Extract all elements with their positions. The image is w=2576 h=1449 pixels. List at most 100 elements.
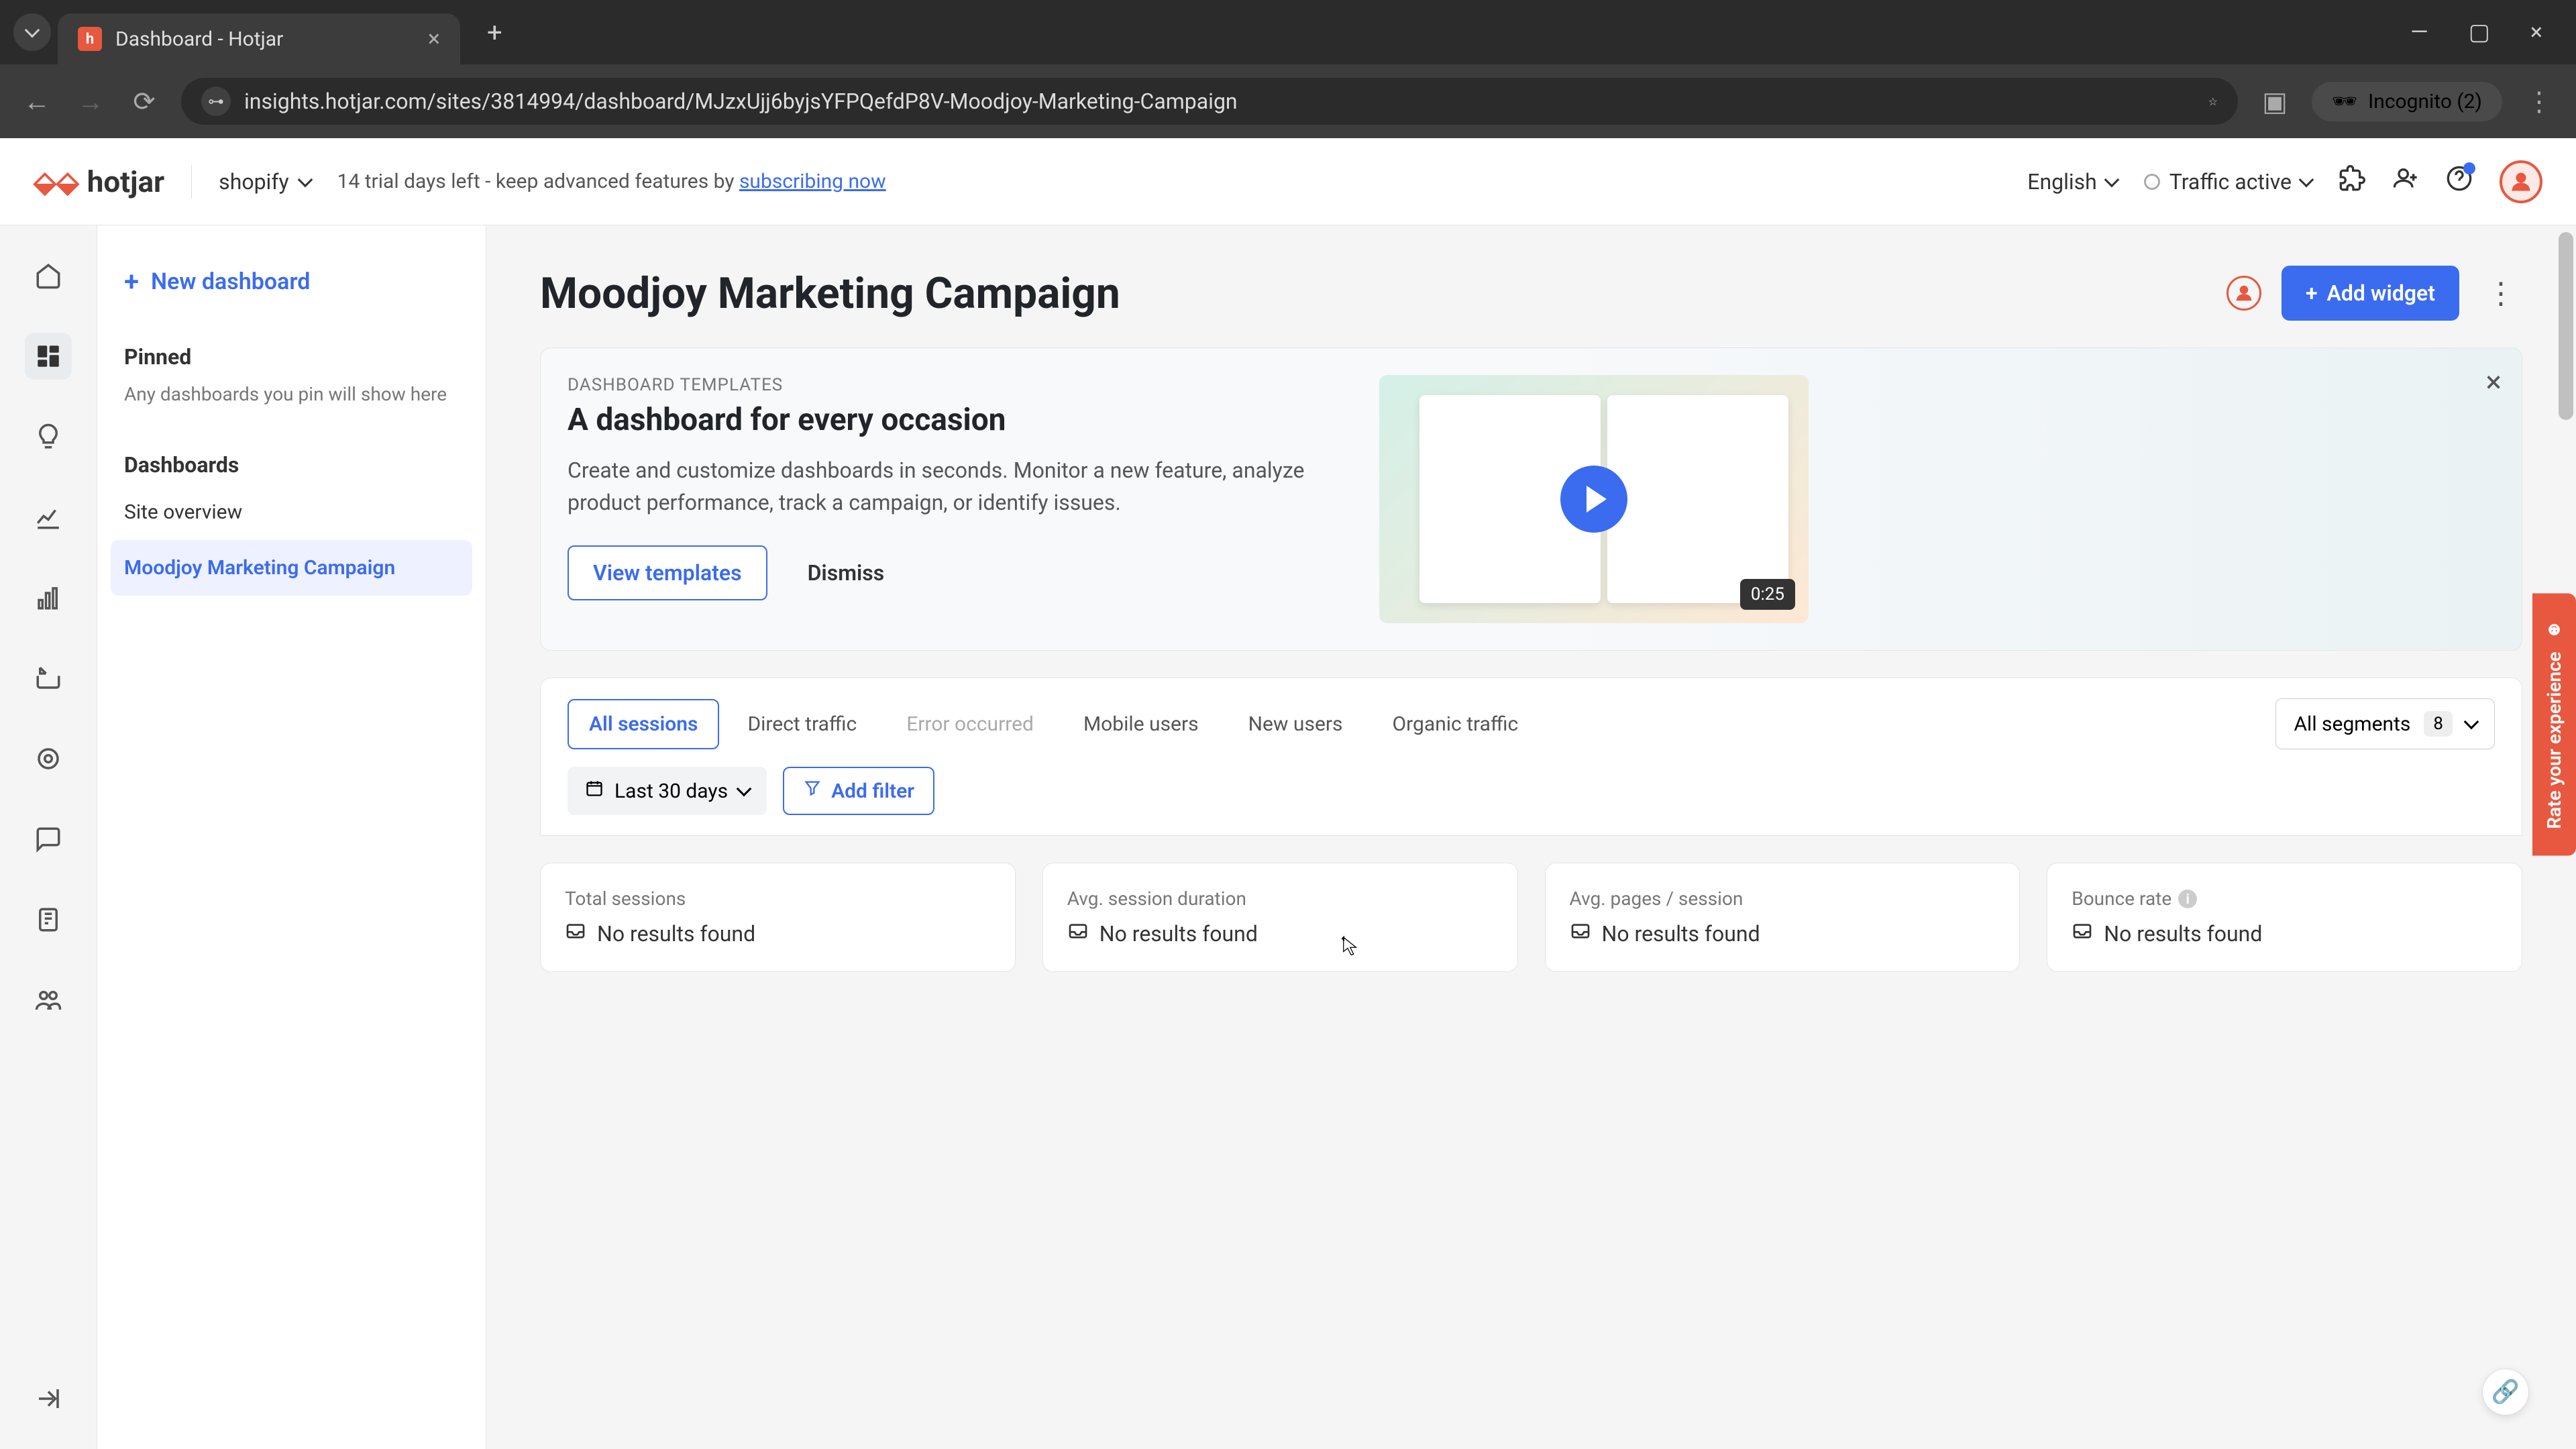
address-bar[interactable]: ⊶ insights.hotjar.com/sites/3814994/dash… — [181, 78, 2238, 125]
app-header: ⬙⬙ hotjar shopify 14 trial days left - k… — [0, 138, 2576, 225]
feedback-tab[interactable]: Rate your experience ☻ — [2532, 593, 2576, 855]
share-avatar-icon[interactable] — [2226, 276, 2261, 311]
chevron-down-icon — [737, 782, 752, 797]
traffic-status[interactable]: Traffic active — [2144, 169, 2312, 195]
incognito-badge[interactable]: 🕶 Incognito (2) — [2312, 82, 2502, 121]
new-tab-button[interactable]: + — [487, 17, 502, 48]
filter-icon — [803, 779, 822, 803]
chevron-down-icon — [2464, 714, 2479, 730]
browser-tab[interactable]: h Dashboard - Hotjar × — [58, 13, 460, 64]
new-dashboard-button[interactable]: + New dashboard — [97, 252, 486, 311]
promo-banner: DASHBOARD TEMPLATES A dashboard for ever… — [540, 347, 2522, 651]
site-selector[interactable]: shopify — [219, 169, 310, 195]
tab-close-button[interactable]: × — [428, 25, 440, 52]
browser-toolbar: ← → ⟳ ⊶ insights.hotjar.com/sites/381499… — [0, 64, 2576, 138]
nav-rail — [0, 225, 97, 1449]
hotjar-logo[interactable]: ⬙⬙ hotjar — [34, 164, 164, 199]
filter-bar: All sessions Direct traffic Error occurr… — [540, 678, 2522, 836]
promo-title: A dashboard for every occasion — [568, 402, 1339, 438]
pinned-heading: Pinned — [97, 324, 486, 376]
sidebar-item-site-overview[interactable]: Site overview — [97, 484, 486, 540]
site-info-icon[interactable]: ⊶ — [201, 87, 231, 116]
copy-link-button[interactable]: 🔗 — [2482, 1368, 2529, 1415]
date-range-picker[interactable]: Last 30 days — [568, 767, 767, 815]
invite-user-icon[interactable] — [2392, 165, 2419, 199]
language-selector[interactable]: English — [2027, 169, 2117, 195]
url-text: insights.hotjar.com/sites/3814994/dashbo… — [244, 89, 2195, 114]
scrollbar-thumb[interactable] — [2559, 232, 2573, 420]
nav-highlights-icon[interactable] — [25, 413, 72, 460]
dashboards-heading: Dashboards — [97, 432, 486, 484]
page-menu-button[interactable]: ⋮ — [2479, 276, 2522, 311]
smiley-icon: ☻ — [2543, 620, 2565, 641]
inbox-icon — [1067, 920, 1089, 947]
info-icon[interactable]: i — [2178, 890, 2197, 908]
nav-funnels-icon[interactable] — [25, 574, 72, 621]
nav-feedback-icon[interactable] — [25, 816, 72, 863]
back-button[interactable]: ← — [20, 86, 54, 117]
all-segments-dropdown[interactable]: All segments 8 — [2275, 698, 2495, 749]
segment-direct-traffic[interactable]: Direct traffic — [726, 699, 878, 749]
segment-new-users[interactable]: New users — [1227, 699, 1364, 749]
browser-tab-bar: h Dashboard - Hotjar × + — ▢ × — [0, 0, 2576, 64]
user-avatar[interactable] — [2500, 160, 2542, 203]
inbox-icon — [565, 920, 586, 947]
help-icon[interactable] — [2446, 165, 2473, 199]
nav-recordings-icon[interactable] — [25, 655, 72, 702]
metric-avg-pages: Avg. pages / session No results found — [1545, 863, 2021, 972]
integrations-icon[interactable] — [2339, 165, 2365, 199]
promo-video[interactable]: 0:25 — [1379, 375, 1809, 623]
nav-trends-icon[interactable] — [25, 494, 72, 541]
trial-notice: 14 trial days left - keep advanced featu… — [337, 170, 886, 193]
reload-button[interactable]: ⟳ — [127, 86, 161, 117]
segment-error-occurred[interactable]: Error occurred — [885, 699, 1055, 749]
add-widget-button[interactable]: + Add widget — [2282, 266, 2459, 321]
chevron-down-icon — [2299, 172, 2314, 187]
chevron-down-icon — [297, 172, 313, 187]
close-window-button[interactable]: × — [2530, 19, 2542, 46]
flame-icon: ⬙⬙ — [34, 164, 79, 199]
forward-button[interactable]: → — [74, 86, 107, 117]
tab-search-button[interactable] — [13, 13, 51, 51]
tab-favicon-icon: h — [78, 27, 102, 51]
sidebar: + New dashboard Pinned Any dashboards yo… — [97, 225, 486, 1449]
chevron-down-icon — [2104, 172, 2119, 187]
subscribe-link[interactable]: subscribing now — [739, 170, 886, 193]
inbox-icon — [1570, 920, 1591, 947]
main-content: Moodjoy Marketing Campaign + Add widget … — [486, 225, 2576, 1449]
promo-eyebrow: DASHBOARD TEMPLATES — [568, 375, 1339, 395]
view-templates-button[interactable]: View templates — [568, 545, 767, 600]
traffic-dot-icon — [2144, 174, 2160, 190]
sidebar-item-moodjoy[interactable]: Moodjoy Marketing Campaign — [111, 540, 472, 596]
segment-all-sessions[interactable]: All sessions — [568, 699, 719, 749]
inbox-icon — [2072, 920, 2093, 947]
segment-mobile-users[interactable]: Mobile users — [1062, 699, 1220, 749]
promo-close-button[interactable]: × — [2486, 364, 2502, 399]
reader-mode-icon[interactable]: ▣ — [2258, 86, 2292, 117]
segment-organic-traffic[interactable]: Organic traffic — [1371, 699, 1540, 749]
browser-menu-button[interactable]: ⋮ — [2522, 86, 2556, 117]
page-title: Moodjoy Marketing Campaign — [540, 268, 1120, 319]
plus-icon: + — [124, 266, 139, 297]
nav-heatmaps-icon[interactable] — [25, 735, 72, 782]
nav-surveys-icon[interactable] — [25, 896, 72, 943]
bookmark-icon[interactable]: ☆ — [2208, 95, 2218, 108]
plus-icon: + — [2306, 280, 2318, 306]
minimize-button[interactable]: — — [2410, 19, 2428, 46]
notification-dot — [2463, 162, 2475, 174]
maximize-button[interactable]: ▢ — [2469, 19, 2490, 46]
metric-bounce-rate: Bounce ratei No results found — [2047, 863, 2522, 972]
video-duration: 0:25 — [1740, 579, 1795, 610]
play-icon — [1560, 466, 1627, 533]
calendar-icon — [585, 779, 604, 803]
metric-total-sessions: Total sessions No results found — [540, 863, 1016, 972]
nav-dashboard-icon[interactable] — [25, 333, 72, 380]
nav-interviews-icon[interactable] — [25, 977, 72, 1024]
nav-collapse-icon[interactable] — [25, 1375, 72, 1422]
add-filter-button[interactable]: Add filter — [783, 767, 934, 815]
nav-home-icon[interactable] — [25, 252, 72, 299]
pinned-hint: Any dashboards you pin will show here — [97, 376, 486, 419]
segment-count-badge: 8 — [2424, 711, 2453, 737]
dismiss-button[interactable]: Dismiss — [788, 547, 905, 599]
tab-title: Dashboard - Hotjar — [115, 28, 415, 51]
